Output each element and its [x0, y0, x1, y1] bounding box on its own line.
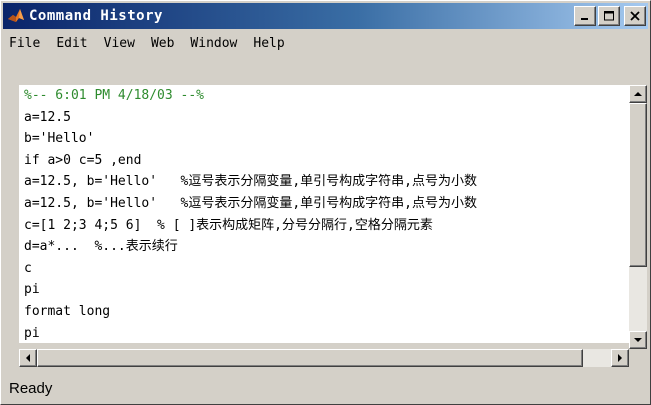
history-entry[interactable]: d=a*... %...表示续行 — [19, 236, 629, 258]
scroll-up-button[interactable] — [629, 85, 647, 103]
menu-view[interactable]: View — [96, 36, 143, 51]
scroll-corner — [629, 349, 647, 367]
minimize-button[interactable] — [574, 6, 596, 26]
menu-bar: File Edit View Web Window Help — [3, 31, 648, 55]
scroll-down-button[interactable] — [629, 331, 647, 349]
history-entry[interactable]: pi — [19, 279, 629, 301]
status-text: Ready — [9, 379, 53, 397]
history-entry[interactable]: a=12.5, b='Hello' %逗号表示分隔变量,单引号构成字符串,点号为… — [19, 171, 629, 193]
menu-file[interactable]: File — [3, 36, 48, 51]
vertical-scrollbar[interactable] — [629, 85, 647, 349]
history-list[interactable]: %-- 6:01 PM 4/18/03 --% a=12.5 b='Hello'… — [19, 85, 629, 343]
arrow-left-icon — [26, 354, 30, 362]
arrow-up-icon — [634, 92, 642, 96]
maximize-icon — [604, 11, 614, 21]
history-entry[interactable]: c=[1 2;3 4;5 6] % [ ]表示构成矩阵,分号分隔行,空格分隔元素 — [19, 215, 629, 237]
scroll-left-button[interactable] — [19, 349, 37, 367]
arrow-down-icon — [634, 338, 642, 342]
minimize-icon — [581, 18, 588, 20]
menu-edit[interactable]: Edit — [48, 36, 95, 51]
arrow-right-icon — [618, 354, 622, 362]
scroll-right-button[interactable] — [611, 349, 629, 367]
window-title: Command History — [29, 8, 163, 24]
menu-web[interactable]: Web — [143, 36, 182, 51]
command-history-window: Command History File Edit View Web Windo… — [0, 0, 651, 405]
horizontal-scroll-thumb[interactable] — [37, 349, 583, 367]
history-entry[interactable]: a=12.5 — [19, 107, 629, 129]
history-entry[interactable]: b='Hello' — [19, 128, 629, 150]
history-entry[interactable]: c — [19, 258, 629, 280]
close-button[interactable] — [624, 6, 646, 26]
maximize-button[interactable] — [598, 6, 620, 26]
menu-help[interactable]: Help — [245, 36, 292, 51]
history-entry[interactable]: a=12.5, b='Hello' %逗号表示分隔变量,单引号构成字符串,点号为… — [19, 193, 629, 215]
history-entry[interactable]: pi — [19, 323, 629, 343]
vertical-scroll-thumb[interactable] — [629, 103, 647, 267]
matlab-logo-icon — [8, 9, 24, 22]
close-icon — [630, 11, 640, 21]
status-bar: Ready — [3, 373, 648, 403]
session-marker[interactable]: %-- 6:01 PM 4/18/03 --% — [19, 85, 629, 107]
menu-window[interactable]: Window — [182, 36, 245, 51]
title-bar[interactable]: Command History — [3, 3, 648, 29]
history-entry[interactable]: if a>0 c=5 ,end — [19, 150, 629, 172]
horizontal-scrollbar[interactable] — [19, 349, 629, 367]
history-entry[interactable]: format long — [19, 301, 629, 323]
